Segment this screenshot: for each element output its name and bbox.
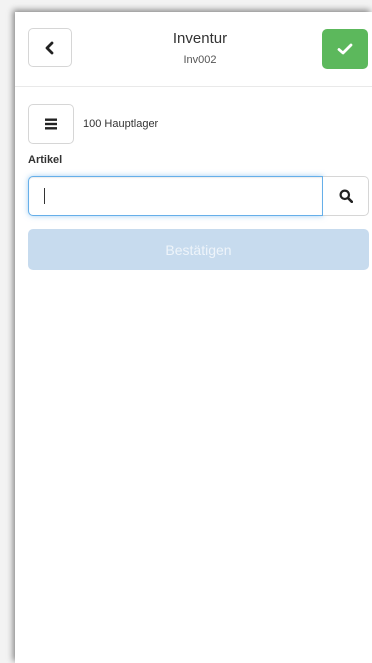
- page-subtitle: Inv002: [183, 54, 217, 66]
- search-button[interactable]: [323, 176, 369, 216]
- warehouse-menu-button[interactable]: [28, 104, 74, 144]
- search-icon: [339, 189, 353, 203]
- article-input[interactable]: [28, 176, 323, 216]
- chevron-left-icon: [45, 41, 54, 54]
- confirm-button[interactable]: Bestätigen: [28, 229, 369, 270]
- check-icon: [337, 43, 353, 55]
- confirm-check-button[interactable]: [322, 29, 368, 69]
- app-frame: Inventur Inv002 100 Hauptlager Artikel B…: [15, 12, 372, 663]
- warehouse-label: 100 Hauptlager: [83, 118, 159, 130]
- menu-icon: [45, 118, 57, 130]
- article-label: Artikel: [28, 154, 63, 166]
- back-button[interactable]: [28, 28, 72, 67]
- text-caret: [44, 188, 45, 204]
- page-title: Inventur: [172, 30, 228, 47]
- header: Inventur Inv002: [15, 12, 372, 87]
